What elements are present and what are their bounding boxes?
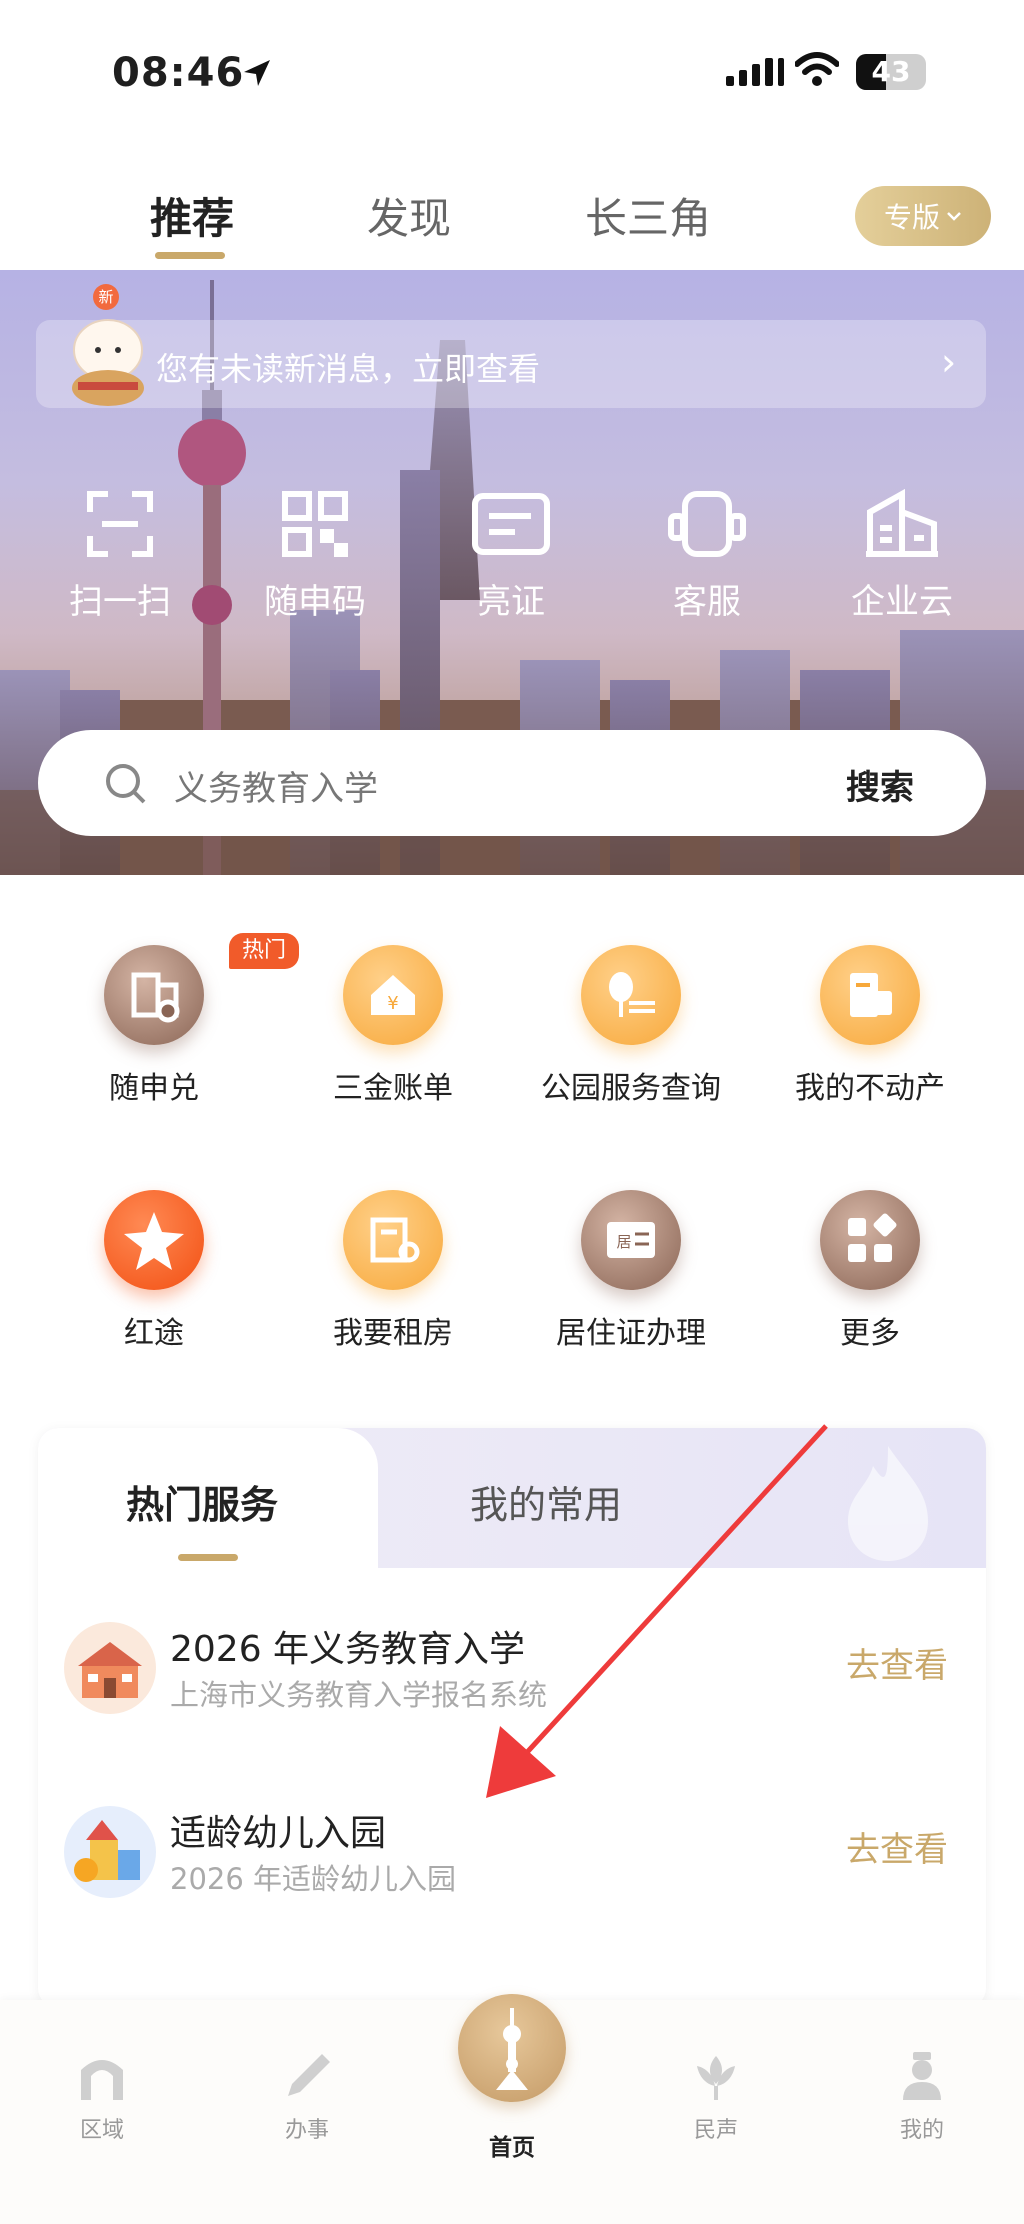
person-icon — [903, 2052, 941, 2100]
grid-more-icon — [820, 1190, 920, 1290]
active-tab-indicator — [178, 1554, 238, 1561]
service-subtitle: 2026 年适龄幼儿入园 — [170, 1862, 457, 1896]
service-rent-house[interactable]: 我要租房 — [283, 1190, 503, 1352]
nav-label: 我的 — [899, 2118, 944, 2143]
quick-action-label: 随申码 — [264, 582, 366, 622]
nav-label: 区域 — [79, 2118, 124, 2143]
arch-icon — [81, 2060, 123, 2100]
building-icon — [866, 488, 938, 557]
school-building-icon — [64, 1622, 156, 1714]
battery-icon: 43 — [856, 54, 926, 90]
status-time: 08:46 — [112, 50, 245, 96]
service-label: 我的不动产 — [795, 1071, 945, 1106]
quick-action-label: 客服 — [673, 582, 741, 622]
bottom-navigation: 区域 办事 首页 民声 我的 — [0, 1994, 1024, 2224]
nav-label: 办事 — [284, 2118, 329, 2143]
quick-action-label: 扫一扫 — [69, 582, 171, 622]
svg-text:¥: ¥ — [387, 993, 398, 1014]
service-residence-permit[interactable]: 居 居住证办理 — [521, 1190, 741, 1352]
service-title: 适龄幼儿入园 — [170, 1813, 387, 1854]
cellular-signal-icon — [726, 58, 784, 86]
hero-banner: 新 您有未读新消息，立即查看 › 扫一扫 随申码 亮证 客服 企业云 义务教育入… — [0, 270, 1024, 875]
chevron-right-icon: › — [941, 340, 957, 384]
wifi-icon — [795, 52, 839, 86]
nav-label-home: 首页 — [489, 2135, 535, 2161]
scan-icon — [87, 491, 153, 557]
top-tabs: 推荐 发现 长三角 专版 — [0, 150, 1024, 270]
service-title: 2026 年义务教育入学 — [170, 1629, 526, 1670]
service-label: 公园服务查询 — [541, 1071, 721, 1106]
quick-action-show-id[interactable]: 亮证 — [436, 488, 586, 623]
status-bar: 08:46 43 — [0, 0, 1024, 150]
search-bar[interactable]: 义务教育入学 搜索 — [38, 730, 986, 836]
service-subtitle: 上海市义务教育入学报名系统 — [170, 1678, 548, 1712]
nav-public-voice[interactable]: 民声 — [656, 2050, 776, 2144]
service-label: 三金账单 — [333, 1071, 453, 1106]
unread-message-text: 您有未读新消息，立即查看 — [156, 350, 541, 388]
qr-code-icon — [282, 491, 348, 557]
service-my-property[interactable]: 我的不动产 — [760, 945, 980, 1107]
flame-icon — [848, 1446, 928, 1561]
star-icon — [104, 1190, 204, 1290]
tower-icon — [496, 2008, 528, 2090]
tab-hot-services[interactable]: 热门服务 — [126, 1474, 278, 1529]
house-yuan-icon: ¥ — [343, 945, 443, 1045]
active-tab-indicator — [155, 252, 225, 259]
hot-services-card: 热门服务 我的常用 2026 年义务教育入学 上海市义务教育入学报名系统 去查看… — [38, 1428, 986, 2008]
residence-card-icon: 居 — [581, 1190, 681, 1290]
id-card-icon — [472, 493, 550, 555]
unread-message-banner[interactable]: 新 您有未读新消息，立即查看 › — [36, 284, 986, 408]
service-label: 居住证办理 — [556, 1316, 706, 1351]
service-three-funds-bill[interactable]: ¥ 三金账单 — [283, 945, 503, 1107]
service-red-route[interactable]: 红途 — [44, 1190, 264, 1352]
search-icon — [106, 764, 146, 804]
location-arrow-icon — [244, 60, 270, 86]
new-badge: 新 — [93, 284, 119, 310]
coupon-building-icon — [104, 945, 204, 1045]
nav-region[interactable]: 区域 — [42, 2050, 162, 2144]
service-suishendui[interactable]: 热门 随申兑 — [44, 933, 299, 1107]
pen-icon — [288, 2054, 330, 2096]
nav-home-button[interactable] — [458, 1994, 566, 2102]
view-button[interactable]: 去查看 — [846, 1822, 948, 1871]
edition-selector-button[interactable]: 专版 — [855, 186, 991, 246]
search-input[interactable]: 义务教育入学 — [174, 761, 378, 810]
mascot-bun-icon — [72, 319, 144, 406]
service-label: 随申兑 — [109, 1071, 199, 1106]
toy-castle-icon — [64, 1806, 156, 1898]
tab-my-frequent[interactable]: 我的常用 — [470, 1474, 622, 1529]
search-button[interactable]: 搜索 — [846, 760, 914, 809]
property-doc-icon — [820, 945, 920, 1045]
chevron-down-icon — [947, 212, 961, 221]
tab-recommend[interactable]: 推荐 — [150, 185, 234, 246]
quick-action-enterprise-cloud[interactable]: 企业云 — [827, 488, 977, 623]
tree-bench-icon — [581, 945, 681, 1045]
nav-services[interactable]: 办事 — [247, 2050, 367, 2144]
quick-action-label: 亮证 — [477, 582, 545, 622]
flower-icon — [697, 2056, 735, 2100]
tab-yangtze-delta[interactable]: 长三角 — [585, 185, 711, 246]
quick-action-scan[interactable]: 扫一扫 — [45, 488, 195, 623]
headset-icon — [668, 491, 746, 557]
service-more[interactable]: 更多 — [760, 1190, 980, 1352]
quick-action-customer-service[interactable]: 客服 — [632, 488, 782, 623]
edition-label: 专版 — [883, 201, 940, 234]
battery-level: 43 — [871, 55, 911, 88]
nav-my[interactable]: 我的 — [862, 2050, 982, 2144]
list-item[interactable]: 2026 年义务教育入学 上海市义务教育入学报名系统 去查看 — [38, 1608, 986, 1738]
view-button[interactable]: 去查看 — [846, 1638, 948, 1687]
nav-label: 民声 — [693, 2118, 738, 2143]
quick-action-qr-code[interactable]: 随申码 — [240, 488, 390, 623]
quick-action-label: 企业云 — [851, 582, 953, 622]
tab-discover[interactable]: 发现 — [367, 185, 451, 246]
service-label: 我要租房 — [333, 1316, 453, 1351]
service-park-query[interactable]: 公园服务查询 — [521, 945, 741, 1107]
rent-house-icon — [343, 1190, 443, 1290]
service-label: 红途 — [124, 1316, 184, 1351]
service-label: 更多 — [840, 1316, 900, 1351]
list-item[interactable]: 适龄幼儿入园 2026 年适龄幼儿入园 去查看 — [38, 1792, 986, 1922]
svg-text:居: 居 — [616, 1233, 631, 1251]
